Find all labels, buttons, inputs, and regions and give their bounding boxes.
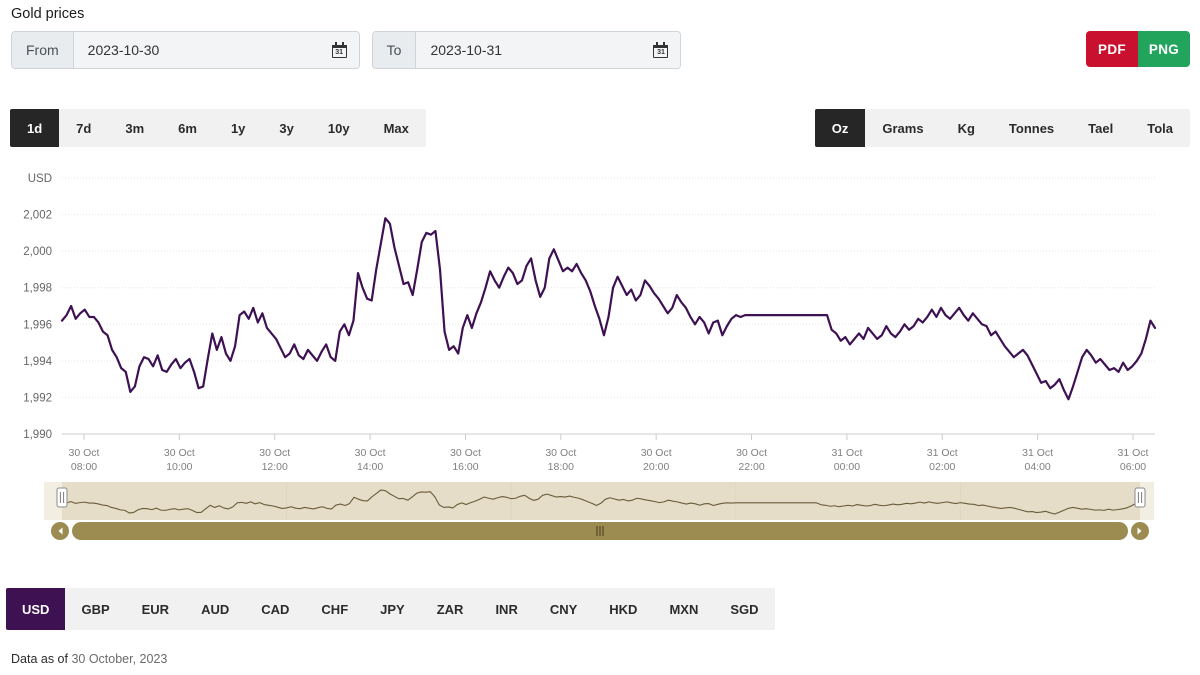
range-tab-6m[interactable]: 6m <box>161 109 214 147</box>
unit-tab-tonnes[interactable]: Tonnes <box>992 109 1071 147</box>
x-axis-tick-label-date: 30 Oct <box>355 447 386 459</box>
x-axis-tick-label-time: 08:00 <box>71 461 97 473</box>
currency-tab-hkd[interactable]: HKD <box>593 588 653 630</box>
data-as-of-prefix: Data as of <box>11 652 72 666</box>
chart-navigator[interactable] <box>0 478 1200 540</box>
unit-tab-oz[interactable]: Oz <box>814 109 866 147</box>
currency-tab-inr[interactable]: INR <box>479 588 533 630</box>
price-line <box>60 217 1157 401</box>
data-as-of-date: 30 October, 2023 <box>71 652 168 666</box>
currency-tab-zar[interactable]: ZAR <box>421 588 480 630</box>
x-axis-tick-label-time: 00:00 <box>834 461 860 473</box>
unit-tab-tael[interactable]: Tael <box>1071 109 1130 147</box>
export-pdf-button[interactable]: PDF <box>1086 31 1138 67</box>
x-axis-tick-label-date: 31 Oct <box>831 447 862 459</box>
currency-tab-cny[interactable]: CNY <box>534 588 593 630</box>
y-axis-tick-label: 1,990 <box>23 429 52 441</box>
x-axis-tick-label-date: 30 Oct <box>641 447 672 459</box>
x-axis-tick-label-date: 31 Oct <box>927 447 958 459</box>
x-axis-tick-label-time: 22:00 <box>738 461 764 473</box>
x-axis-tick-label-time: 12:00 <box>262 461 288 473</box>
x-axis-tick-label-date: 31 Oct <box>1118 447 1149 459</box>
currency-tab-chf[interactable]: CHF <box>305 588 364 630</box>
range-tab-3y[interactable]: 3y <box>262 109 310 147</box>
range-tab-1d[interactable]: 1d <box>10 109 60 147</box>
page-title: Gold prices <box>11 6 85 22</box>
x-axis-tick-label-time: 02:00 <box>929 461 955 473</box>
y-axis-title: USD <box>28 173 52 185</box>
from-date-input[interactable]: 2023-10-30 31 <box>73 32 359 68</box>
y-axis-tick-label: 2,002 <box>23 210 52 222</box>
x-axis-tick-label-time: 10:00 <box>166 461 192 473</box>
currency-tab-eur[interactable]: EUR <box>126 588 185 630</box>
calendar-icon-day: 31 <box>335 48 344 56</box>
x-axis-tick-label-date: 30 Oct <box>545 447 576 459</box>
unit-tab-grams[interactable]: Grams <box>865 109 940 147</box>
x-axis-tick-label-time: 20:00 <box>643 461 669 473</box>
data-as-of: Data as of 30 October, 2023 <box>11 652 167 666</box>
gold-price-widget: Gold prices From 2023-10-30 31 To 2023-1… <box>0 0 1200 675</box>
unit-tab-tola[interactable]: Tola <box>1130 109 1190 147</box>
currency-tab-aud[interactable]: AUD <box>185 588 245 630</box>
x-axis-tick-label-date: 30 Oct <box>450 447 481 459</box>
currency-tab-bar: USD GBP EUR AUD CAD CHF JPY ZAR INR CNY HKD MXN SGD <box>6 588 775 630</box>
price-chart: 1,990 1,992 1,994 1,996 1,998 2,000 2,002 USD 30… <box>0 160 1200 480</box>
calendar-icon[interactable]: 31 <box>331 41 349 59</box>
range-tab-1y[interactable]: 1y <box>214 109 262 147</box>
x-axis-tick-label-time: 14:00 <box>357 461 383 473</box>
currency-tab-cad[interactable]: CAD <box>245 588 305 630</box>
x-axis-tick-label-date: 30 Oct <box>259 447 290 459</box>
y-axis-tick-label: 1,992 <box>23 392 52 404</box>
y-axis-tick-label: 1,998 <box>23 283 52 295</box>
navigator-handle-right[interactable] <box>1134 487 1146 508</box>
navigator-canvas[interactable] <box>0 478 1200 540</box>
to-label: To <box>372 32 417 68</box>
y-axis-tick-label: 1,996 <box>23 319 52 331</box>
date-range-controls: From 2023-10-30 31 To 2023-10-31 31 <box>11 31 682 69</box>
range-tab-10y[interactable]: 10y <box>311 109 367 147</box>
chart-canvas[interactable]: 1,990 1,992 1,994 1,996 1,998 2,000 2,002 USD 30… <box>0 160 1200 480</box>
from-date-value: 2023-10-30 <box>87 42 160 58</box>
to-date-input[interactable]: 2023-10-31 31 <box>416 32 681 68</box>
to-date-group: To 2023-10-31 31 <box>371 31 682 69</box>
to-date-value: 2023-10-31 <box>430 42 503 58</box>
unit-tab-bar: Oz Grams Kg Tonnes Tael Tola <box>814 109 1190 147</box>
x-axis-tick-label-date: 30 Oct <box>69 447 100 459</box>
currency-tab-mxn[interactable]: MXN <box>653 588 714 630</box>
range-tab-7d[interactable]: 7d <box>59 109 108 147</box>
currency-tab-gbp[interactable]: GBP <box>65 588 125 630</box>
from-label: From <box>12 32 74 68</box>
x-axis-tick-label-date: 30 Oct <box>736 447 767 459</box>
currency-tab-jpy[interactable]: JPY <box>364 588 421 630</box>
currency-tab-usd[interactable]: USD <box>6 588 66 630</box>
x-axis-tick-label-date: 30 Oct <box>164 447 195 459</box>
export-buttons: PDF PNG <box>1086 31 1190 67</box>
y-axis-tick-label: 1,994 <box>23 356 52 368</box>
currency-tab-sgd[interactable]: SGD <box>714 588 774 630</box>
x-axis-tick-label-date: 31 Oct <box>1022 447 1053 459</box>
x-axis-tick-label-time: 18:00 <box>548 461 574 473</box>
navigator-selected-band[interactable] <box>62 482 1140 520</box>
from-date-group: From 2023-10-30 31 <box>11 31 360 69</box>
y-axis-tick-label: 2,000 <box>23 246 52 258</box>
calendar-icon-day: 31 <box>657 48 665 56</box>
unit-tab-kg[interactable]: Kg <box>941 109 992 147</box>
x-axis-tick-label-time: 16:00 <box>452 461 478 473</box>
range-tab-3m[interactable]: 3m <box>108 109 161 147</box>
range-tab-bar: 1d 7d 3m 6m 1y 3y 10y Max <box>10 109 426 147</box>
range-tab-max[interactable]: Max <box>367 109 426 147</box>
calendar-icon[interactable]: 31 <box>653 41 670 59</box>
x-axis-tick-label-time: 06:00 <box>1120 461 1146 473</box>
navigator-handle-left[interactable] <box>56 487 68 508</box>
export-png-button[interactable]: PNG <box>1138 31 1190 67</box>
x-axis-tick-label-time: 04:00 <box>1024 461 1050 473</box>
